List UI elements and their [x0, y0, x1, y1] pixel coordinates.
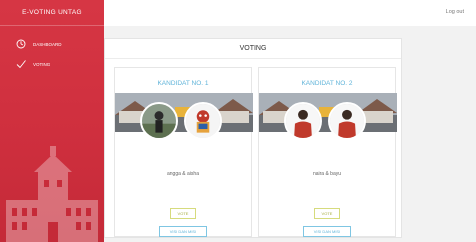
logout-link[interactable]: Log out: [446, 9, 464, 15]
top-bar: Log out: [104, 0, 476, 26]
candidate-photo-1a: [140, 102, 178, 140]
candidate-photo-2b: [328, 102, 366, 140]
sidebar-item-dashboard[interactable]: Dashboard: [0, 34, 104, 54]
candidate-names: angga & aisha: [167, 171, 199, 177]
candidate-photo-1b: [184, 102, 222, 140]
sidebar-item-label: Dashboard: [33, 41, 62, 47]
app-title: E-VOTING UNTAG: [0, 0, 104, 26]
sidebar: E-VOTING UNTAG Dashboard Voting: [0, 0, 104, 242]
candidate-title: KANDIDAT NO. 2: [301, 80, 353, 87]
vote-button-2[interactable]: VOTE: [314, 208, 340, 219]
dashboard-icon: [16, 39, 26, 49]
candidate-title: KANDIDAT NO. 1: [157, 80, 209, 87]
sidebar-item-voting[interactable]: Voting: [0, 54, 104, 74]
candidate-card-1: KANDIDAT NO. 1 angga & aisha VOTE VISI D…: [114, 67, 253, 237]
voting-panel: VOTING KANDIDAT NO. 1 angga & aisha VOTE…: [104, 38, 402, 238]
sidebar-item-label: Voting: [33, 61, 51, 67]
building-background-image: [6, 146, 98, 242]
candidate-photo-2a: [284, 102, 322, 140]
candidate-names: naira & bayu: [312, 171, 342, 177]
visi-misi-button-2[interactable]: VISI DAN MISI: [303, 226, 351, 237]
vote-button-1[interactable]: VOTE: [170, 208, 196, 219]
visi-misi-button-1[interactable]: VISI DAN MISI: [159, 226, 207, 237]
page-title: VOTING: [105, 39, 401, 59]
candidate-card-2: KANDIDAT NO. 2 naira & bayu VOTE VISI DA…: [258, 67, 397, 237]
check-icon: [16, 60, 26, 69]
